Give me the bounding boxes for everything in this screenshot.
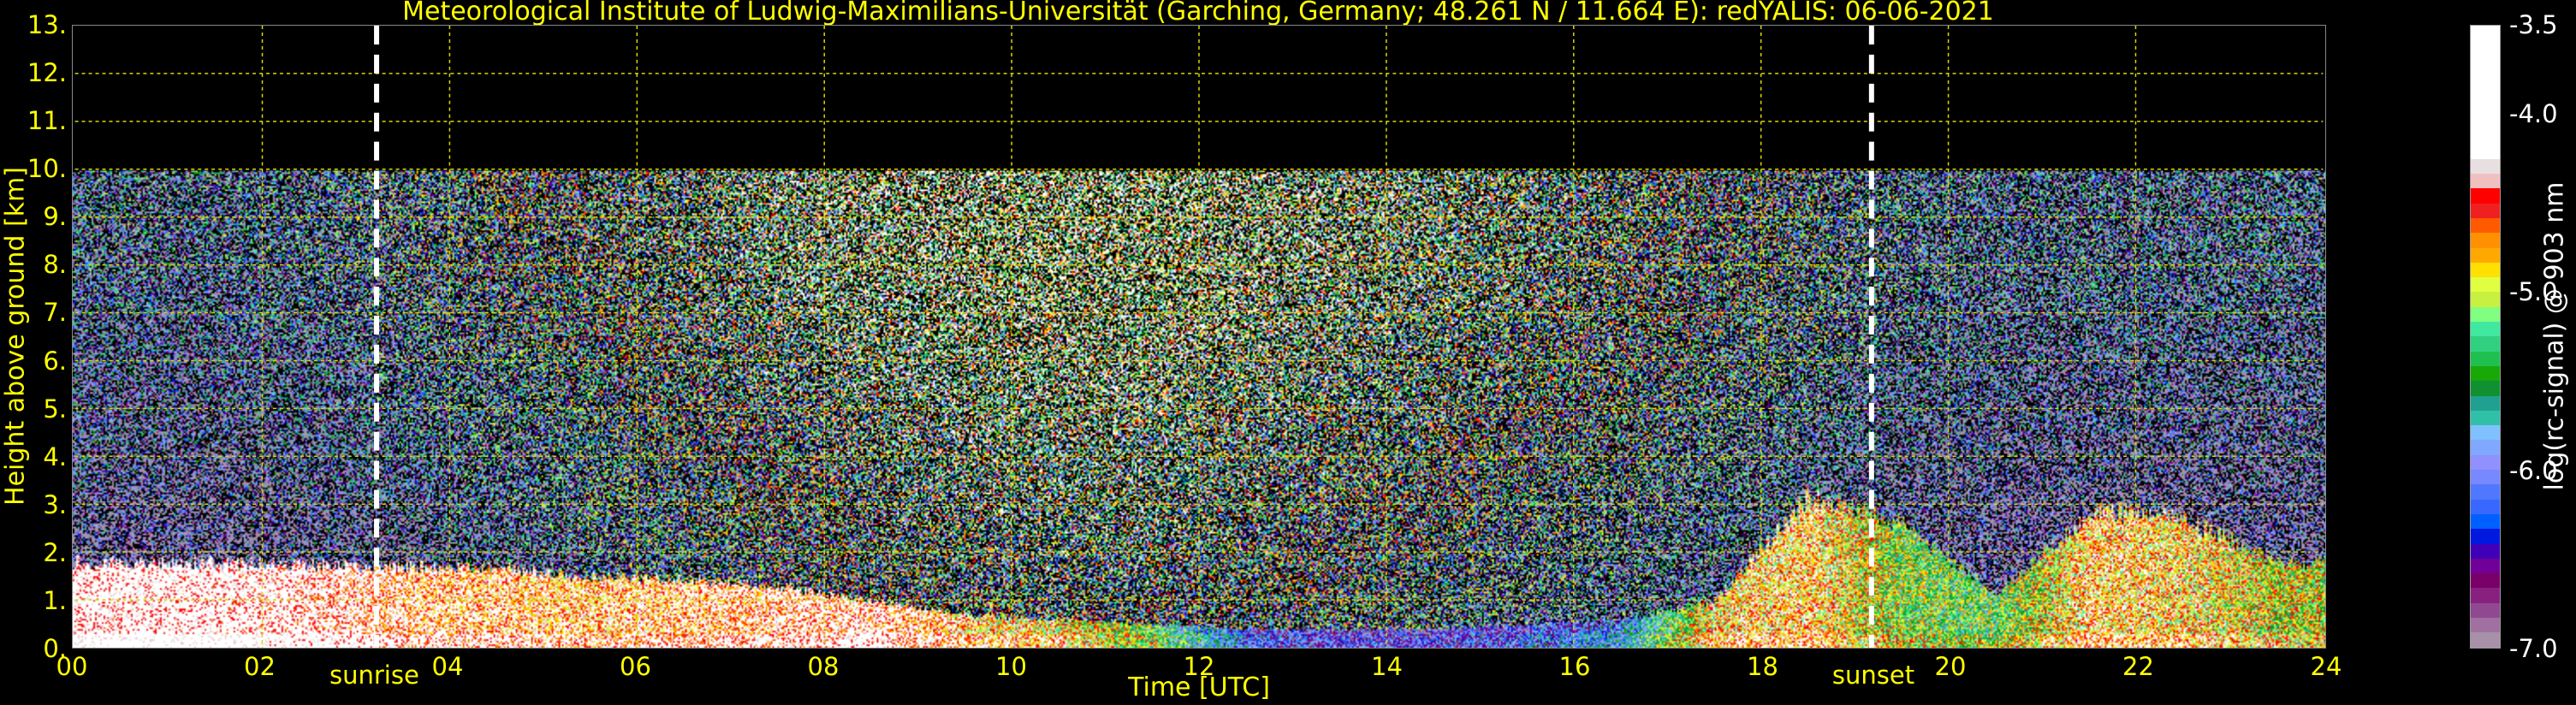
- colorbar-swatch: [2471, 425, 2500, 441]
- colorbar-swatch: [2471, 365, 2500, 382]
- x-tick-label: 14: [1371, 652, 1403, 681]
- colorbar-swatch: [2471, 395, 2500, 411]
- colorbar-swatch: [2471, 322, 2500, 337]
- y-tick-label: 0.: [43, 634, 67, 663]
- colorbar-swatch: [2471, 217, 2500, 234]
- x-tick-label: 08: [807, 652, 840, 681]
- colorbar-swatch: [2471, 188, 2500, 204]
- colorbar-label: log(rc-signal) @ 903 nm: [2539, 181, 2570, 491]
- x-tick-label: 06: [620, 652, 651, 681]
- colorbar-swatch: [2471, 513, 2500, 530]
- sunrise-label: sunrise: [329, 661, 419, 690]
- y-tick-label: 11.: [27, 106, 67, 136]
- colorbar-swatch: [2471, 336, 2500, 352]
- colorbar-swatch: [2471, 484, 2500, 500]
- colorbar-swatch: [2471, 203, 2500, 218]
- colorbar-swatch: [2471, 543, 2500, 559]
- colorbar-swatch: [2471, 351, 2500, 366]
- x-tick-label: 16: [1558, 652, 1591, 681]
- colorbar-swatch: [2471, 454, 2500, 471]
- colorbar: [2470, 25, 2501, 649]
- x-tick-label: 10: [995, 652, 1027, 681]
- colorbar-swatch: [2471, 558, 2500, 574]
- y-axis-label: Height above ground [km]: [0, 167, 31, 506]
- colorbar-swatch: [2471, 410, 2500, 426]
- colorbar-swatch: [2471, 306, 2500, 323]
- y-tick-label: 2.: [43, 537, 67, 567]
- x-tick-label: 02: [244, 652, 276, 681]
- colorbar-swatch: [2471, 26, 2500, 159]
- grid-and-markers: [74, 26, 2324, 648]
- colorbar-swatch: [2471, 174, 2500, 189]
- colorbar-tick-label: -3.5: [2509, 10, 2558, 39]
- x-tick-label: 24: [2310, 652, 2342, 681]
- x-tick-label: 22: [2122, 652, 2154, 681]
- x-tick-label: 04: [431, 652, 464, 681]
- colorbar-swatch: [2471, 617, 2500, 633]
- x-axis-label: Time [UTC]: [1128, 672, 1270, 702]
- y-tick-label: 13.: [27, 10, 67, 39]
- colorbar-swatch: [2471, 529, 2500, 544]
- y-tick-label: 1.: [43, 585, 67, 615]
- y-tick-label: 12.: [27, 58, 67, 88]
- lidar-quicklook: Meteorological Institute of Ludwig-Maxim…: [0, 0, 2576, 705]
- colorbar-swatch: [2471, 277, 2500, 293]
- colorbar-swatch: [2471, 588, 2500, 603]
- colorbar-swatch: [2471, 158, 2500, 175]
- colorbar-swatch: [2471, 233, 2500, 248]
- sunset-label: sunset: [1831, 661, 1915, 690]
- colorbar-swatch: [2471, 470, 2500, 485]
- x-tick-label: 18: [1747, 652, 1778, 681]
- chart-title: Meteorological Institute of Ludwig-Maxim…: [402, 0, 1994, 27]
- colorbar-swatch: [2471, 292, 2500, 307]
- colorbar-swatch: [2471, 573, 2500, 589]
- x-tick-label: 20: [1934, 652, 1967, 681]
- plot-area: [72, 25, 2326, 649]
- colorbar-swatch: [2471, 440, 2500, 455]
- colorbar-swatch: [2471, 262, 2500, 278]
- colorbar-swatch: [2471, 602, 2500, 618]
- colorbar-swatch: [2471, 499, 2500, 514]
- colorbar-tick-label: -4.0: [2509, 99, 2558, 129]
- colorbar-swatch: [2471, 381, 2500, 396]
- colorbar-tick-label: -7.0: [2509, 634, 2558, 663]
- colorbar-swatch: [2471, 247, 2500, 263]
- colorbar-swatch: [2471, 632, 2500, 648]
